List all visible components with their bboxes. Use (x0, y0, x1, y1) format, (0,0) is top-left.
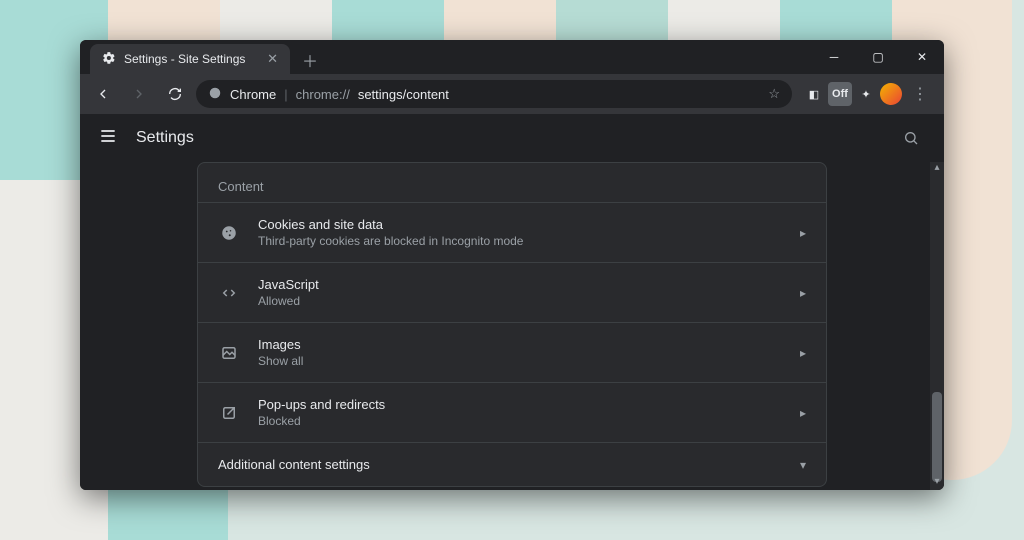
new-tab-button[interactable]: ＋ (296, 46, 324, 74)
row-title: JavaScript (258, 277, 782, 292)
popup-icon (218, 404, 240, 422)
maximize-button[interactable]: ▢ (856, 40, 900, 74)
content-card: Content Cookies and site data Third-part… (197, 162, 827, 487)
browser-toolbar: Chrome | chrome:// settings/content ☆ ◧ O… (80, 74, 944, 114)
scroll-up-arrow-icon[interactable]: ▴ (930, 162, 944, 176)
scrollbar-track[interactable]: ▴ ▾ (930, 162, 944, 490)
forward-button[interactable] (124, 79, 154, 109)
row-popups[interactable]: Pop-ups and redirects Blocked ▸ (198, 382, 826, 442)
settings-appbar: Settings (80, 114, 944, 162)
row-title: Additional content settings (218, 457, 782, 472)
minimize-button[interactable]: ─ (812, 40, 856, 74)
profile-avatar[interactable] (880, 83, 902, 105)
hamburger-icon[interactable] (98, 126, 118, 151)
chevron-right-icon: ▸ (800, 346, 806, 360)
row-javascript[interactable]: JavaScript Allowed ▸ (198, 262, 826, 322)
extension-pocket-icon[interactable]: ◧ (802, 82, 826, 106)
extensions-cluster: ◧ Off ✦ ⋮ (798, 82, 936, 106)
row-cookies[interactable]: Cookies and site data Third-party cookie… (198, 202, 826, 262)
page-title: Settings (136, 129, 194, 147)
section-label: Content (198, 163, 826, 202)
row-images[interactable]: Images Show all ▸ (198, 322, 826, 382)
extension-off-badge[interactable]: Off (828, 82, 852, 106)
code-icon (218, 284, 240, 302)
tab-active[interactable]: Settings - Site Settings ✕ (90, 44, 290, 74)
url-path: settings/content (358, 87, 449, 102)
gear-icon (102, 51, 116, 68)
settings-page: Settings Content Cookies and site data T… (80, 114, 944, 490)
bookmark-star-icon[interactable]: ☆ (768, 86, 780, 102)
content-scroll[interactable]: Content Cookies and site data Third-part… (80, 162, 944, 490)
extensions-puzzle-icon[interactable]: ✦ (854, 82, 878, 106)
url-prefix: Chrome (230, 87, 276, 102)
window-controls: ─ ▢ ✕ (812, 40, 944, 74)
close-window-button[interactable]: ✕ (900, 40, 944, 74)
address-bar[interactable]: Chrome | chrome:// settings/content ☆ (196, 80, 792, 108)
back-button[interactable] (88, 79, 118, 109)
menu-kebab-icon[interactable]: ⋮ (904, 84, 936, 104)
row-subtitle: Allowed (258, 294, 782, 308)
browser-window: Settings - Site Settings ✕ ＋ ─ ▢ ✕ Chrom… (80, 40, 944, 490)
reload-button[interactable] (160, 79, 190, 109)
scrollbar-thumb[interactable] (932, 392, 942, 482)
row-subtitle: Show all (258, 354, 782, 368)
url-scheme: chrome:// (296, 87, 350, 102)
chrome-icon (208, 86, 222, 103)
row-title: Images (258, 337, 782, 352)
url-divider: | (284, 87, 287, 102)
row-title: Cookies and site data (258, 217, 782, 232)
scroll-down-arrow-icon[interactable]: ▾ (930, 476, 944, 490)
tab-strip: Settings - Site Settings ✕ ＋ ─ ▢ ✕ (80, 40, 944, 74)
tab-title: Settings - Site Settings (124, 52, 245, 66)
chevron-down-icon: ▾ (800, 458, 806, 472)
search-icon[interactable] (896, 123, 926, 153)
cookie-icon (218, 224, 240, 242)
row-title: Pop-ups and redirects (258, 397, 782, 412)
close-tab-icon[interactable]: ✕ (267, 51, 278, 67)
chevron-right-icon: ▸ (800, 226, 806, 240)
row-subtitle: Third-party cookies are blocked in Incog… (258, 234, 782, 248)
image-icon (218, 344, 240, 362)
chevron-right-icon: ▸ (800, 406, 806, 420)
chevron-right-icon: ▸ (800, 286, 806, 300)
row-additional-content[interactable]: Additional content settings ▾ (198, 442, 826, 486)
row-subtitle: Blocked (258, 414, 782, 428)
